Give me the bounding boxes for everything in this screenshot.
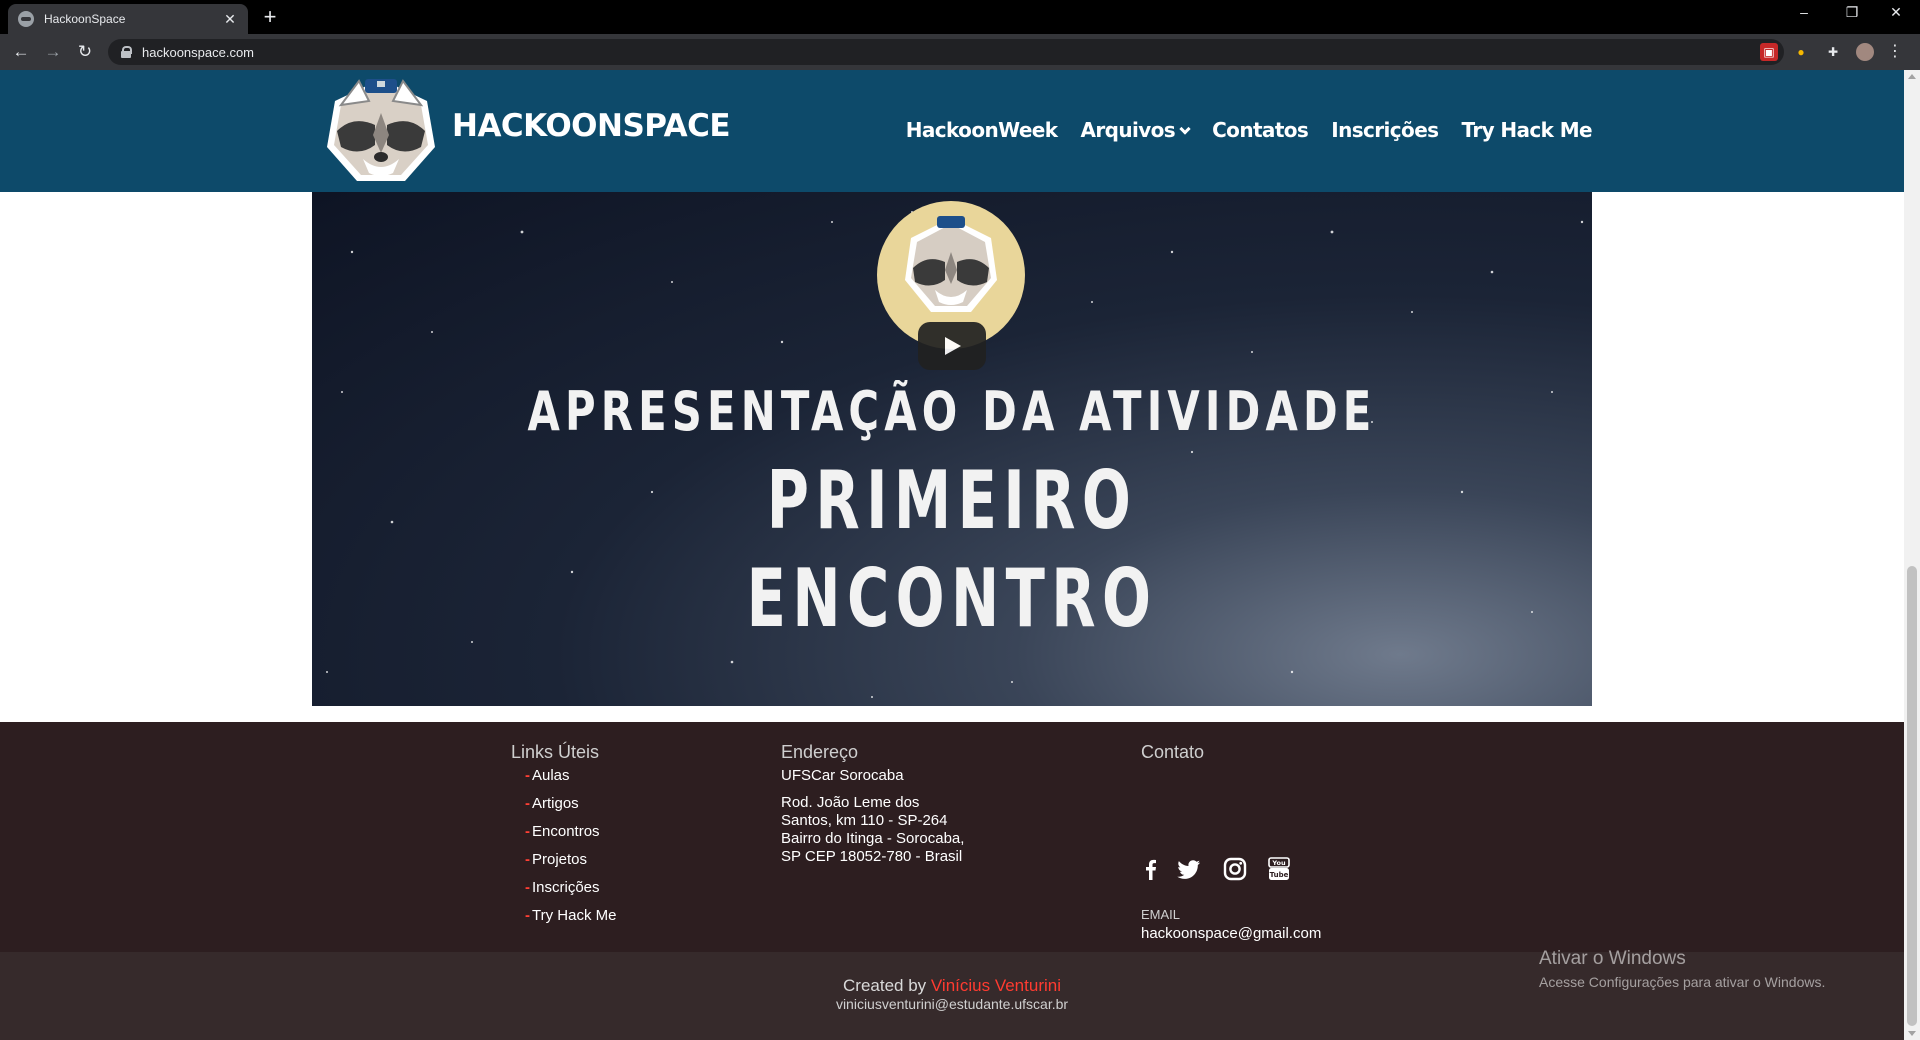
address-title: Endereço (781, 742, 859, 762)
footer-link-projetos[interactable]: - Projetos (525, 851, 587, 868)
footer-link-label: Projetos (532, 851, 588, 868)
screen: HackoonSpace ✕ + – ❐ ✕ ← → ↻ hackoonspac… (0, 0, 1920, 1040)
minimize-button[interactable]: – (1784, 4, 1824, 20)
address-line: Rod. João Leme dos (781, 794, 920, 811)
facebook-icon[interactable] (1138, 856, 1164, 882)
contact-email-link[interactable]: hackoonspace@gmail.com (1141, 925, 1321, 942)
address-line: Bairro do Itinga - Sorocaba, (781, 830, 965, 847)
back-arrow-icon[interactable]: ← (10, 42, 32, 62)
browser-tab-strip: HackoonSpace ✕ + – ❐ ✕ (0, 0, 1920, 34)
footer-link-label: Artigos (532, 795, 579, 812)
link-dash: - (525, 851, 530, 868)
nav-arquivos-label: Arquivos (1080, 118, 1176, 142)
contact-title: Contato (1141, 742, 1205, 762)
email-label: EMAIL (1141, 907, 1181, 922)
footer-link-label: Encontros (532, 823, 600, 840)
nav-try-hack-me[interactable]: Try Hack Me (1461, 118, 1592, 142)
reload-icon[interactable]: ↻ (74, 42, 96, 62)
raccoon-logo[interactable] (323, 75, 439, 187)
nav-hackoonweek[interactable]: HackoonWeek (906, 118, 1058, 142)
site-footer: Links Úteis - Aulas - Artigos - Encontros -… (0, 722, 1904, 1040)
footer-link-label: Inscrições (532, 879, 600, 896)
lock-icon (120, 46, 132, 58)
footer-link-artigos[interactable]: - Artigos (525, 795, 579, 812)
video-embed[interactable]: APRESENTAÇÃO DA ATIVIDADE PRIMEIRO ENCON… (312, 192, 1592, 706)
scrollbar-thumb[interactable] (1907, 566, 1917, 1026)
site-favicon-icon (18, 11, 34, 27)
new-tab-button[interactable]: + (258, 6, 282, 28)
footer-link-label: Aulas (532, 767, 570, 784)
website: HACKOONSPACE HackoonWeek Arquivos Contat… (0, 70, 1904, 1040)
browser-toolbar: ← → ↻ hackoonspace.com ☆ ▣ ● ✚ ⋮ (0, 34, 1920, 70)
footer-link-try-hack-me[interactable]: - Try Hack Me (525, 907, 616, 924)
restore-button[interactable]: ❐ (1832, 4, 1872, 21)
extension-icon[interactable]: ▣ (1760, 43, 1778, 61)
link-dash: - (525, 767, 530, 784)
footer-link-aulas[interactable]: - Aulas (525, 767, 570, 784)
address-bar[interactable]: hackoonspace.com ☆ (108, 39, 1784, 65)
nav-inscricoes[interactable]: Inscrições (1331, 118, 1439, 142)
address-name: UFSCar Sorocaba (781, 767, 904, 784)
windows-activation-watermark: Ativar o Windows Acesse Configurações pa… (1539, 948, 1825, 990)
link-dash: - (525, 879, 530, 896)
thumbs-up-extension-icon[interactable]: ● (1792, 43, 1810, 61)
url-text: hackoonspace.com (142, 44, 255, 60)
svg-text:You: You (1271, 859, 1286, 867)
author-link[interactable]: Vinícius Venturini (931, 976, 1061, 995)
created-prefix: Created by (843, 976, 931, 995)
author-email: viniciusventurini@estudante.ufscar.br (835, 996, 1069, 1012)
forward-arrow-icon[interactable]: → (42, 42, 64, 62)
youtube-icon[interactable]: You Tube (1266, 856, 1292, 882)
address-line: SP CEP 18052-780 - Brasil (781, 848, 963, 865)
nav-arquivos[interactable]: Arquivos (1080, 118, 1191, 142)
link-dash: - (525, 823, 530, 840)
link-dash: - (525, 795, 530, 812)
page-scrollbar[interactable] (1904, 70, 1920, 1040)
browser-menu-icon[interactable]: ⋮ (1886, 43, 1904, 61)
video-play-button[interactable] (918, 322, 986, 370)
browser-tab[interactable]: HackoonSpace ✕ (8, 4, 248, 34)
footer-link-label: Try Hack Me (532, 907, 617, 924)
svg-text:Tube: Tube (1270, 871, 1289, 879)
main-nav: HackoonWeek Arquivos Contatos Inscrições… (906, 118, 1593, 142)
watermark-title: Ativar o Windows (1539, 948, 1686, 969)
site-header: HACKOONSPACE HackoonWeek Arquivos Contat… (0, 70, 1904, 192)
tab-title: HackoonSpace (44, 12, 126, 26)
close-window-button[interactable]: ✕ (1876, 4, 1916, 21)
puzzle-extensions-icon[interactable]: ✚ (1824, 43, 1842, 61)
profile-avatar[interactable] (1856, 43, 1874, 61)
footer-link-inscricoes[interactable]: - Inscrições (525, 879, 600, 896)
scroll-down-arrow-icon[interactable] (1908, 1031, 1916, 1036)
tab-close-icon[interactable]: ✕ (222, 11, 238, 28)
footer-link-encontros[interactable]: - Encontros (525, 823, 600, 840)
footer-main: Links Úteis - Aulas - Artigos - Encontros -… (0, 722, 1904, 952)
twitter-icon[interactable] (1176, 856, 1202, 882)
links-title: Links Úteis (511, 742, 600, 762)
video-title-line-3: ENCONTRO (746, 552, 1158, 645)
video-title-line-2: PRIMEIRO (766, 454, 1138, 547)
chevron-down-icon (1179, 123, 1191, 135)
address-line: Santos, km 110 - SP-264 (781, 812, 948, 829)
video-title-line-1: APRESENTAÇÃO DA ATIVIDADE (527, 380, 1377, 443)
watermark-subtitle: Acesse Configurações para ativar o Windo… (1539, 974, 1826, 990)
link-dash: - (525, 907, 530, 924)
instagram-icon[interactable] (1222, 856, 1248, 882)
brand-name[interactable]: HACKOONSPACE (452, 108, 731, 144)
scroll-up-arrow-icon[interactable] (1908, 74, 1916, 79)
nav-contatos[interactable]: Contatos (1212, 118, 1309, 142)
